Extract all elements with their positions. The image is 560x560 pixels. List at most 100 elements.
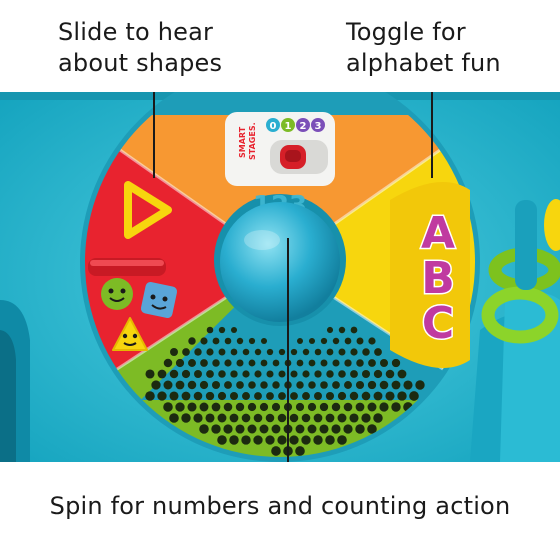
speaker-hole bbox=[200, 337, 208, 345]
speaker-hole bbox=[211, 424, 221, 434]
speaker-hole bbox=[194, 348, 202, 356]
speaker-hole bbox=[199, 424, 209, 434]
speaker-hole bbox=[170, 348, 178, 356]
shapes-callout-line1: Slide to hear bbox=[58, 18, 214, 46]
speaker-hole bbox=[229, 413, 239, 423]
speaker-hole bbox=[320, 337, 328, 345]
speaker-hole bbox=[391, 380, 401, 390]
speaker-hole bbox=[332, 359, 340, 367]
speaker-hole bbox=[344, 381, 352, 389]
speaker-hole bbox=[211, 402, 221, 412]
speaker-hole bbox=[217, 435, 227, 445]
speaker-hole bbox=[157, 391, 167, 401]
speaker-hole bbox=[235, 424, 245, 434]
speaker-hole bbox=[187, 402, 197, 412]
badge-line1: SMART bbox=[238, 126, 247, 158]
speaker-hole bbox=[151, 380, 161, 390]
speaker-hole bbox=[266, 392, 274, 400]
speaker-hole bbox=[182, 348, 190, 356]
speaker-hole bbox=[157, 369, 167, 379]
stage-digit-2: 2 bbox=[300, 121, 307, 132]
speaker-hole bbox=[266, 348, 274, 356]
speaker-hole bbox=[206, 370, 214, 378]
speaker-hole bbox=[145, 391, 155, 401]
speaker-hole bbox=[254, 370, 262, 378]
speaker-hole bbox=[373, 391, 383, 401]
alphabet-callout: Toggle for alphabet fun bbox=[346, 17, 501, 79]
speaker-hole bbox=[271, 446, 281, 456]
speaker-hole bbox=[301, 435, 311, 445]
speaker-hole bbox=[218, 348, 226, 356]
speaker-hole bbox=[254, 392, 262, 400]
speaker-hole bbox=[385, 369, 395, 379]
speaker-hole bbox=[356, 337, 364, 345]
speaker-hole bbox=[379, 380, 389, 390]
speaker-hole bbox=[361, 369, 371, 379]
speaker-hole bbox=[200, 359, 208, 367]
speaker-hole bbox=[175, 402, 185, 412]
speaker-hole bbox=[290, 370, 298, 378]
speaker-hole bbox=[260, 381, 268, 389]
speaker-hole bbox=[367, 380, 377, 390]
speaker-hole bbox=[230, 326, 238, 334]
speaker-hole bbox=[326, 326, 334, 334]
speaker-hole bbox=[290, 392, 298, 400]
speaker-hole bbox=[217, 413, 227, 423]
speaker-hole bbox=[314, 348, 322, 356]
speaker-hole bbox=[223, 424, 233, 434]
spin-ball[interactable] bbox=[220, 202, 340, 322]
speaker-hole bbox=[247, 424, 257, 434]
speaker-hole bbox=[259, 402, 269, 412]
speaker-hole bbox=[260, 337, 268, 345]
speaker-hole bbox=[175, 380, 185, 390]
speaker-hole bbox=[163, 358, 173, 368]
speaker-hole bbox=[296, 337, 304, 345]
speaker-hole bbox=[181, 391, 191, 401]
speaker-hole bbox=[223, 402, 233, 412]
speaker-hole bbox=[332, 381, 340, 389]
speaker-hole bbox=[331, 402, 341, 412]
speaker-hole bbox=[224, 359, 232, 367]
speaker-hole bbox=[181, 413, 191, 423]
speaker-hole bbox=[193, 391, 203, 401]
speaker-hole bbox=[175, 358, 185, 368]
speaker-hole bbox=[337, 435, 347, 445]
speaker-hole bbox=[362, 348, 370, 356]
speaker-hole bbox=[229, 391, 239, 401]
speaker-hole bbox=[356, 359, 364, 367]
speaker-hole bbox=[295, 402, 305, 412]
speaker-hole bbox=[218, 370, 226, 378]
speaker-hole bbox=[302, 370, 310, 378]
speaker-hole bbox=[379, 402, 389, 412]
speaker-hole bbox=[265, 413, 275, 423]
speaker-hole bbox=[313, 413, 323, 423]
speaker-hole bbox=[379, 358, 389, 368]
speaker-hole bbox=[187, 380, 197, 390]
speaker-hole bbox=[355, 402, 365, 412]
speaker-hole bbox=[415, 380, 425, 390]
speaker-hole bbox=[338, 348, 346, 356]
spin-callout: Spin for numbers and counting action bbox=[49, 492, 511, 520]
speaker-hole bbox=[391, 402, 401, 412]
speaker-hole bbox=[344, 359, 352, 367]
speaker-hole bbox=[331, 424, 341, 434]
speaker-hole bbox=[373, 369, 383, 379]
speaker-hole bbox=[313, 435, 323, 445]
shapes-callout: Slide to hear about shapes bbox=[58, 17, 222, 79]
speaker-hole bbox=[314, 370, 322, 378]
speaker-hole bbox=[349, 413, 359, 423]
speaker-hole bbox=[188, 359, 196, 367]
speaker-hole bbox=[235, 402, 245, 412]
speaker-hole bbox=[271, 402, 281, 412]
speaker-hole bbox=[224, 337, 232, 345]
shapes-callout-line2: about shapes bbox=[58, 49, 223, 77]
speaker-hole bbox=[355, 380, 365, 390]
speaker-hole bbox=[368, 359, 376, 367]
speaker-hole bbox=[301, 413, 311, 423]
speaker-hole bbox=[169, 413, 179, 423]
speaker-hole bbox=[320, 381, 328, 389]
speaker-hole bbox=[350, 370, 358, 378]
speaker-hole bbox=[272, 359, 280, 367]
speaker-hole bbox=[325, 435, 335, 445]
speaker-hole bbox=[325, 413, 335, 423]
